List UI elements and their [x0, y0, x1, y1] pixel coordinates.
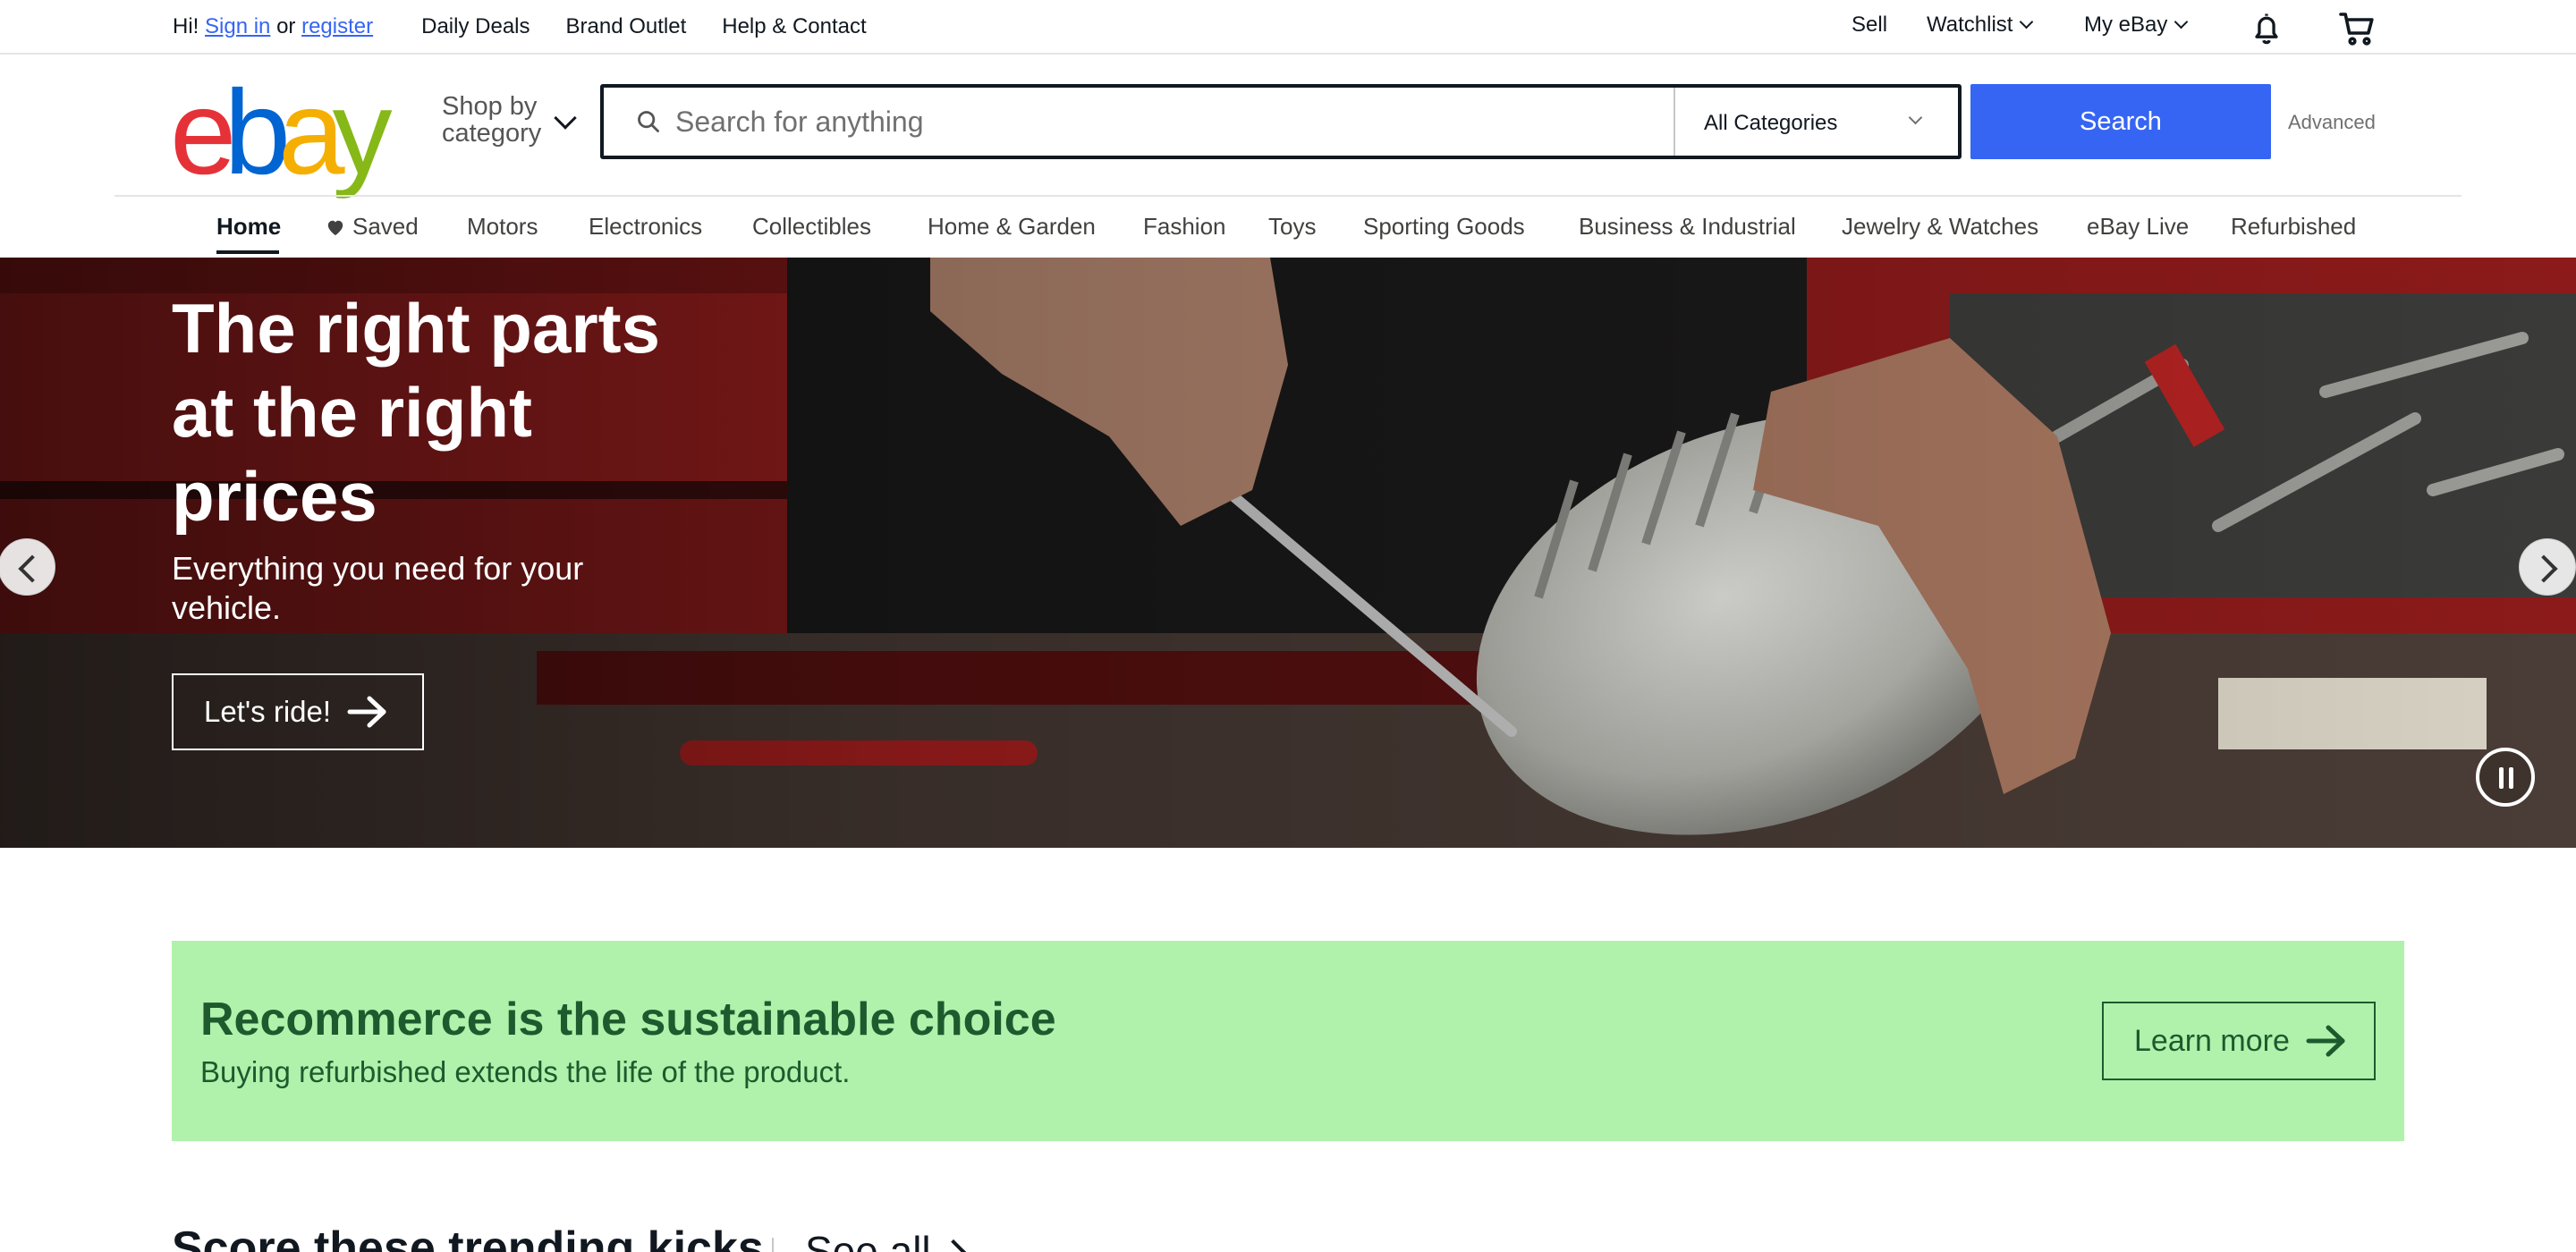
bell-icon[interactable] — [2247, 9, 2286, 48]
arrow-right-icon — [347, 696, 386, 728]
watchlist-menu[interactable]: Watchlist — [1927, 13, 2034, 38]
greeting-area: Hi! Sign in or register Daily Deals Bran… — [173, 14, 902, 39]
ebay-logo[interactable]: ebay — [170, 66, 393, 199]
sign-in-link[interactable]: Sign in — [205, 14, 270, 39]
tab-ebay-live[interactable]: eBay Live — [2087, 213, 2189, 241]
carousel-prev-button[interactable] — [0, 538, 55, 596]
top-utility-bar: Hi! Sign in or register Daily Deals Bran… — [0, 0, 2576, 55]
active-tab-indicator — [216, 250, 279, 254]
advanced-search-link[interactable]: Advanced — [2288, 111, 2376, 134]
trending-section-header: Score these trending kicks See all — [172, 1222, 1245, 1252]
tab-fashion[interactable]: Fashion — [1143, 213, 1226, 241]
help-contact-link[interactable]: Help & Contact — [722, 14, 866, 39]
category-select[interactable]: All Categories — [1674, 88, 1958, 156]
learn-more-label: Learn more — [2134, 1023, 2290, 1058]
brand-outlet-link[interactable]: Brand Outlet — [566, 14, 687, 39]
tab-home[interactable]: Home — [216, 213, 281, 241]
tab-home-garden[interactable]: Home & Garden — [928, 213, 1096, 241]
cart-icon[interactable] — [2336, 7, 2379, 50]
tab-sporting-goods[interactable]: Sporting Goods — [1363, 213, 1525, 241]
tab-refurbished[interactable]: Refurbished — [2231, 213, 2356, 241]
hero-title: The right parts at the right prices — [172, 289, 661, 536]
greeting-text: Hi! — [173, 14, 199, 38]
category-nav: Home Saved Motors Electronics Collectibl… — [0, 197, 2576, 258]
watchlist-label: Watchlist — [1927, 13, 2013, 37]
chevron-down-icon — [1908, 110, 1923, 125]
tab-jewelry-watches[interactable]: Jewelry & Watches — [1842, 213, 2038, 241]
chevron-down-icon — [2020, 14, 2034, 30]
lets-ride-button[interactable]: Let's ride! — [172, 673, 424, 750]
daily-deals-link[interactable]: Daily Deals — [421, 14, 530, 39]
logo-letter-a: a — [278, 66, 344, 199]
banner-title: Recommerce is the sustainable choice — [200, 994, 1056, 1045]
hero-carousel: The right parts at the right prices Ever… — [0, 258, 2576, 848]
chevron-right-icon — [940, 1239, 967, 1252]
register-link[interactable]: register — [301, 14, 373, 39]
hero-subtitle: Everything you need for your vehicle. — [172, 550, 584, 626]
main-header: ebay Shop by category All Categories Sea… — [0, 55, 2576, 195]
section-divider — [772, 1238, 774, 1252]
logo-letter-b: b — [224, 66, 291, 199]
banner-subtitle: Buying refurbished extends the life of t… — [200, 1055, 851, 1088]
learn-more-button[interactable]: Learn more — [2102, 1002, 2376, 1080]
logo-letter-y: y — [332, 66, 393, 199]
category-label: category — [442, 119, 542, 148]
sell-link[interactable]: Sell — [1852, 13, 1887, 38]
section-title: Score these trending kicks — [172, 1222, 764, 1252]
see-all-link[interactable]: See all — [805, 1227, 931, 1252]
search-icon — [638, 111, 659, 132]
lets-ride-label: Let's ride! — [204, 695, 332, 728]
or-text: or — [276, 14, 296, 38]
shop-by-category-button[interactable]: Shop by category — [442, 93, 541, 147]
heart-icon — [327, 220, 343, 236]
search-bar: All Categories — [600, 84, 1962, 159]
carousel-pause-button[interactable] — [2476, 748, 2535, 807]
tab-electronics[interactable]: Electronics — [589, 213, 702, 241]
my-ebay-label: My eBay — [2084, 13, 2168, 37]
recommerce-banner: Recommerce is the sustainable choice Buy… — [172, 941, 2404, 1141]
my-ebay-menu[interactable]: My eBay — [2084, 13, 2189, 38]
shop-by-label: Shop by — [442, 92, 538, 121]
logo-letter-e: e — [170, 66, 236, 199]
tab-motors[interactable]: Motors — [467, 213, 538, 241]
tab-business-industrial[interactable]: Business & Industrial — [1579, 213, 1796, 241]
arrow-right-icon — [2306, 1025, 2345, 1057]
tab-collectibles[interactable]: Collectibles — [752, 213, 871, 241]
chevron-down-icon[interactable] — [554, 106, 577, 130]
category-select-value: All Categories — [1704, 111, 1838, 135]
chevron-down-icon — [2174, 14, 2189, 30]
search-input[interactable] — [675, 100, 1570, 143]
carousel-next-button[interactable] — [2519, 538, 2576, 596]
tab-toys[interactable]: Toys — [1268, 213, 1316, 241]
tab-saved[interactable]: Saved — [326, 213, 419, 241]
search-button[interactable]: Search — [1970, 84, 2271, 159]
tab-saved-label: Saved — [352, 213, 419, 240]
